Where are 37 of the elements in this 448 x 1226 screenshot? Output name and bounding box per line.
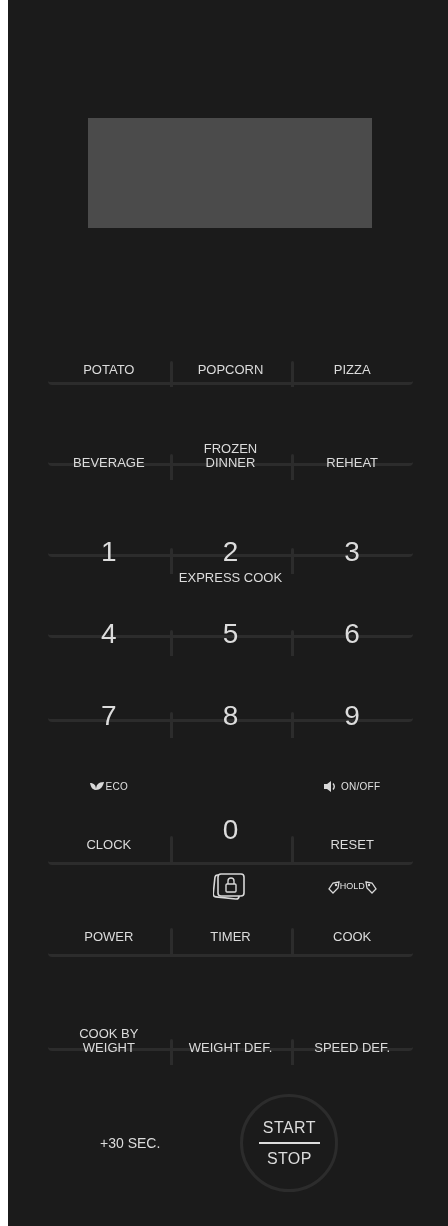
- start-stop-button[interactable]: START STOP: [240, 1094, 339, 1192]
- leaf-icon: [89, 781, 104, 791]
- key-button[interactable]: CLOCK: [86, 838, 132, 852]
- key-button[interactable]: 1: [101, 538, 117, 566]
- start-label: START: [258, 1115, 320, 1144]
- key-button[interactable]: FROZEN DINNER: [203, 442, 258, 470]
- key-button[interactable]: PIZZA: [333, 363, 371, 377]
- section-label: EXPRESS COOK: [178, 569, 283, 588]
- key-button[interactable]: COOK: [333, 930, 372, 944]
- key-button[interactable]: TIMER: [210, 930, 251, 944]
- caption-label: HOLD: [339, 880, 365, 894]
- key-button[interactable]: RESET: [330, 838, 374, 852]
- child-lock-icon: [213, 873, 248, 901]
- key-button[interactable]: 0: [222, 816, 239, 844]
- key-button[interactable]: 7: [101, 702, 117, 730]
- key-button[interactable]: SPEED DEF.: [314, 1041, 391, 1055]
- key-button[interactable]: 9: [344, 702, 360, 730]
- add-30-seconds-button[interactable]: +30 SEC.: [100, 1132, 161, 1154]
- key-button[interactable]: 6: [344, 620, 360, 648]
- key-button[interactable]: POPCORN: [197, 363, 264, 377]
- key-button[interactable]: 3: [344, 538, 360, 566]
- key-button[interactable]: POTATO: [83, 363, 135, 377]
- key-button[interactable]: WEIGHT DEF.: [188, 1041, 273, 1055]
- caption-label: ECO: [105, 779, 129, 794]
- key-button[interactable]: POWER: [84, 930, 134, 944]
- key-button[interactable]: 8: [222, 702, 239, 730]
- speaker-icon: [324, 780, 338, 792]
- key-button[interactable]: 4: [101, 620, 117, 648]
- stop-label: STOP: [266, 1148, 312, 1169]
- tag-icon: [327, 880, 340, 894]
- key-button[interactable]: REHEAT: [326, 456, 379, 470]
- key-button[interactable]: 2: [222, 538, 239, 566]
- tag-icon: [364, 880, 377, 894]
- key-button[interactable]: 5: [222, 620, 239, 648]
- key-button[interactable]: BEVERAGE: [73, 456, 145, 470]
- key-button[interactable]: COOK BY WEIGHT: [79, 1027, 139, 1055]
- caption-label: ON/OFF: [341, 779, 381, 794]
